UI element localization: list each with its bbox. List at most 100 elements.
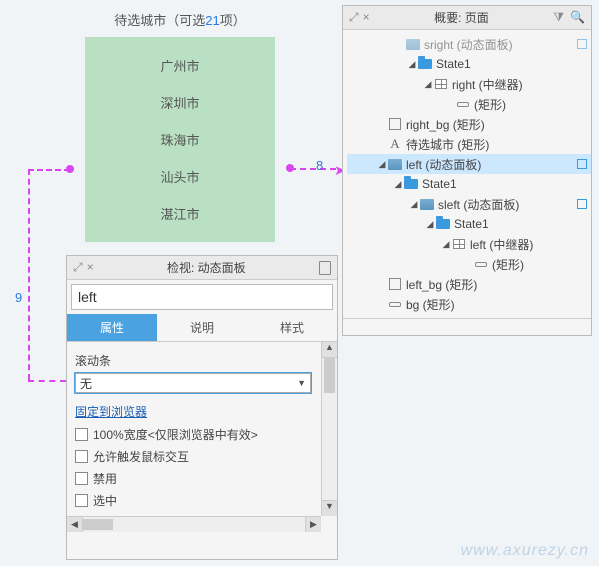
checkbox-label: 禁用 <box>93 470 117 487</box>
disclosure-icon[interactable]: ◢ <box>423 79 433 90</box>
checkbox-row[interactable]: 100%宽度<仅限浏览器中有效> <box>75 426 311 443</box>
checkbox-icon[interactable] <box>75 428 88 441</box>
rectangle-icon <box>455 97 471 111</box>
checkbox-row[interactable]: 允许触发鼠标交互 <box>75 448 311 465</box>
tab-notes[interactable]: 说明 <box>157 314 247 341</box>
tree-label: sright (动态面板) <box>424 36 577 53</box>
checkbox-row[interactable]: 选中 <box>75 492 311 509</box>
title-count: 21 <box>205 13 219 28</box>
tree-row[interactable]: (矩形) <box>347 94 591 114</box>
tree-label: left (动态面板) <box>406 156 577 173</box>
pin-to-browser-link[interactable]: 固定到浏览器 <box>75 403 311 420</box>
tabs: 属性 说明 样式 <box>67 314 337 342</box>
list-item[interactable]: 珠海市 <box>85 121 275 158</box>
tree-row[interactable]: ◢sleft (动态面板) <box>347 194 591 214</box>
select-value: 无 <box>80 375 92 392</box>
state-indicator-icon[interactable] <box>577 159 587 169</box>
name-input[interactable] <box>71 284 333 310</box>
outline-panel: ⤢ × 概要: 页面 ⧩ 🔍 sright (动态面板)◢State1◢righ… <box>342 5 592 336</box>
scrollbar-label: 滚动条 <box>75 352 311 369</box>
checkbox-row[interactable]: 禁用 <box>75 470 311 487</box>
checkbox-icon[interactable] <box>75 494 88 507</box>
tree-label: bg (矩形) <box>406 296 591 313</box>
dynamic-panel-icon <box>405 37 421 51</box>
tree-row[interactable]: ◢State1 <box>347 54 591 74</box>
tree-label: left_bg (矩形) <box>406 276 591 293</box>
checkbox-label: 选中 <box>93 492 117 509</box>
tree-row[interactable]: sright (动态面板) <box>347 34 591 54</box>
disclosure-icon[interactable]: ◢ <box>393 179 403 190</box>
panel-header: ⤢ × 概要: 页面 ⧩ 🔍 <box>343 6 591 30</box>
dynamic-panel-icon <box>387 157 403 171</box>
panel-controls: ⤢ × <box>349 10 370 25</box>
tree-row[interactable]: ◢ State1 <box>347 214 591 234</box>
tree-row[interactable]: right_bg (矩形) <box>347 114 591 134</box>
watermark: www.axurezy.cn <box>461 542 589 560</box>
repeater-icon <box>433 77 449 91</box>
tree-row[interactable]: left_bg (矩形) <box>347 274 591 294</box>
list-item[interactable]: 汕头市 <box>85 158 275 195</box>
disclosure-icon[interactable]: ◢ <box>425 219 435 230</box>
list-item[interactable]: 广州市 <box>85 47 275 84</box>
state-indicator-icon[interactable] <box>577 199 587 209</box>
outline-tree[interactable]: sright (动态面板)◢State1◢right (中继器)(矩形)righ… <box>343 30 591 319</box>
disclosure-icon[interactable]: ◢ <box>409 199 419 210</box>
checkbox-shape-icon <box>387 117 403 131</box>
document-icon[interactable] <box>319 261 331 275</box>
folder-icon <box>417 57 433 71</box>
checkbox-label: 100%宽度<仅限浏览器中有效> <box>93 426 258 443</box>
tree-label: State1 <box>422 177 591 191</box>
scroll-left-button[interactable]: ◀ <box>67 517 83 532</box>
rectangle-icon <box>473 257 489 271</box>
annotation-line <box>28 169 70 171</box>
annotation-number: 9 <box>15 290 22 305</box>
state-indicator-icon[interactable] <box>577 39 587 49</box>
vertical-scrollbar[interactable]: ▲ ▼ <box>321 342 337 516</box>
collapse-icon[interactable]: ⤢ <box>73 260 83 275</box>
scroll-up-button[interactable]: ▲ <box>322 342 337 358</box>
tree-row[interactable]: A待选城市 (矩形) <box>347 134 591 154</box>
title-label: 待选城市（可选21项） <box>30 10 330 29</box>
tree-row[interactable]: (矩形) <box>347 254 591 274</box>
scroll-thumb[interactable] <box>324 358 335 393</box>
annotation-number: 8 <box>316 158 323 173</box>
scroll-right-button[interactable]: ▶ <box>305 517 321 532</box>
repeater-icon <box>451 237 467 251</box>
annotation-line <box>290 168 336 170</box>
close-icon[interactable]: × <box>87 260 94 275</box>
panel-controls: ⤢ × <box>73 260 94 275</box>
tree-row[interactable]: ◢left (中继器) <box>347 234 591 254</box>
panel-header: ⤢ × 检视: 动态面板 <box>67 256 337 280</box>
tree-label: right (中继器) <box>452 76 591 93</box>
list-item[interactable]: 湛江市 <box>85 195 275 232</box>
tree-row[interactable]: ◢ right (中继器) <box>347 74 591 94</box>
checkbox-shape-icon <box>387 277 403 291</box>
checkbox-icon[interactable] <box>75 472 88 485</box>
scroll-thumb[interactable] <box>83 519 113 530</box>
search-icon[interactable]: 🔍 <box>570 10 585 25</box>
list-item[interactable]: 深圳市 <box>85 84 275 121</box>
scroll-down-button[interactable]: ▼ <box>322 500 337 516</box>
checkbox-icon[interactable] <box>75 450 88 463</box>
scrollbar-select[interactable]: 无 ▼ <box>75 373 311 393</box>
annotation-line <box>28 380 66 382</box>
tab-style[interactable]: 样式 <box>247 314 337 341</box>
horizontal-scrollbar[interactable]: ◀ ▶ <box>67 516 321 532</box>
tab-properties[interactable]: 属性 <box>67 314 157 341</box>
city-list: 广州市 深圳市 珠海市 汕头市 湛江市 <box>85 37 275 242</box>
disclosure-icon[interactable]: ◢ <box>441 239 451 250</box>
close-icon[interactable]: × <box>363 10 370 25</box>
collapse-icon[interactable]: ⤢ <box>349 10 359 25</box>
filter-icon[interactable]: ⧩ <box>553 10 564 25</box>
canvas-area: 待选城市（可选21项） 广州市 深圳市 珠海市 汕头市 湛江市 <box>30 10 330 242</box>
tree-row[interactable]: bg (矩形) <box>347 294 591 314</box>
title-suffix: 项） <box>220 13 246 28</box>
disclosure-icon[interactable]: ◢ <box>377 159 387 170</box>
tree-label: (矩形) <box>492 256 591 273</box>
title-prefix: 待选城市（可选 <box>114 13 205 28</box>
tree-row[interactable]: ◢ State1 <box>347 174 591 194</box>
disclosure-icon[interactable]: ◢ <box>407 59 417 70</box>
tree-label: State1 <box>454 217 591 231</box>
tree-row[interactable]: ◢ left (动态面板) <box>347 154 591 174</box>
panel-title: 检视: 动态面板 <box>94 259 319 276</box>
